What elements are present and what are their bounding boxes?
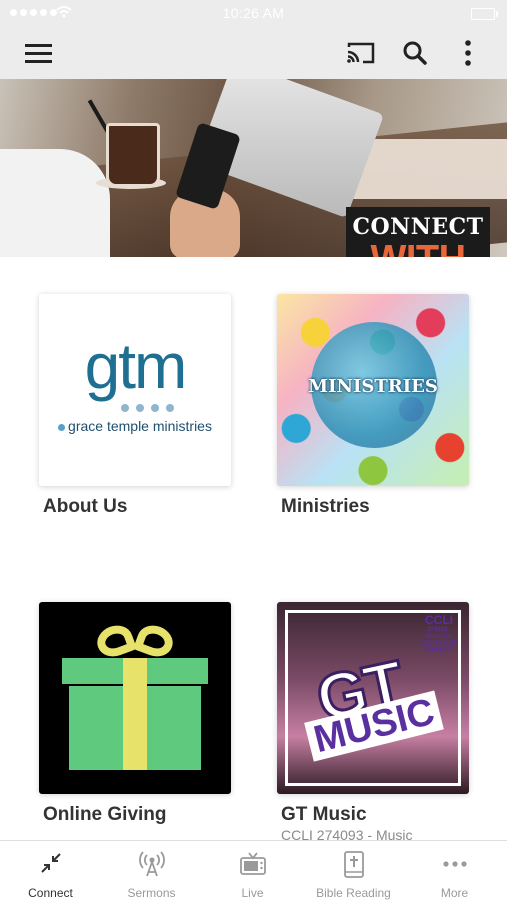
cast-button[interactable] <box>340 26 382 79</box>
status-bar: 10:26 AM <box>0 0 507 26</box>
nav-more-label: More <box>440 886 469 900</box>
online-giving-tile[interactable] <box>39 602 231 794</box>
nav-live[interactable]: Live <box>202 841 303 901</box>
nav-live-label: Live <box>241 886 264 900</box>
tv-icon <box>239 852 266 875</box>
badge-line1: CONNECT <box>352 214 484 240</box>
nav-connect-label: Connect <box>28 886 73 900</box>
nav-connect[interactable]: Connect <box>0 841 101 901</box>
bible-icon <box>343 851 364 878</box>
nav-bible-reading-label: Bible Reading <box>316 886 391 900</box>
ministries-label[interactable]: Ministries <box>281 496 370 518</box>
hero-photo-cup <box>106 123 160 187</box>
more-horiz-icon <box>442 861 467 867</box>
nav-sermons-label: Sermons <box>127 886 176 900</box>
connect-hero-banner: CONNECT WITH US <box>0 79 507 257</box>
gtm-logo-subtitle: grace temple ministries <box>39 418 231 434</box>
gtm-logo-word: gtm <box>84 330 188 402</box>
gt-music-tile[interactable]: CCLI 274093 - MUSICAL COPYRIGHT LICENSE … <box>277 602 469 794</box>
about-us-label[interactable]: About Us <box>43 496 127 518</box>
nav-sermons[interactable]: Sermons <box>101 841 202 901</box>
menu-button[interactable] <box>14 26 64 79</box>
app-bar <box>0 26 507 79</box>
gtm-logo-dots <box>121 404 174 412</box>
battery-icon <box>471 8 498 20</box>
connect-with-us-badge: CONNECT WITH US <box>346 207 490 257</box>
arrows-collapse-icon <box>40 853 61 873</box>
bottom-navigation: Connect Sermons Live Bible Reading More <box>0 840 507 901</box>
search-button[interactable] <box>394 26 436 79</box>
more-vert-icon <box>465 39 471 66</box>
gift-ribbon <box>123 658 147 770</box>
search-icon <box>403 41 427 65</box>
ccli-badge: CCLI 274093 - MUSICAL COPYRIGHT LICENSE <box>421 613 457 655</box>
nav-bible-reading[interactable]: Bible Reading <box>303 841 404 901</box>
ministries-tile[interactable]: MINISTRIES <box>277 294 469 486</box>
menu-icon <box>25 43 52 63</box>
badge-line2: WITH US <box>346 239 490 257</box>
online-giving-label[interactable]: Online Giving <box>43 804 167 826</box>
ministries-image-title: MINISTRIES <box>308 376 438 397</box>
gt-music-label[interactable]: GT Music <box>281 804 367 826</box>
broadcast-icon <box>138 851 165 877</box>
status-time: 10:26 AM <box>222 5 285 21</box>
cast-icon <box>347 42 375 63</box>
hero-photo-sleeve <box>0 149 110 257</box>
about-us-tile[interactable]: gtm grace temple ministries <box>39 294 231 486</box>
more-options-button[interactable] <box>452 26 484 79</box>
nav-more[interactable]: More <box>404 841 505 901</box>
